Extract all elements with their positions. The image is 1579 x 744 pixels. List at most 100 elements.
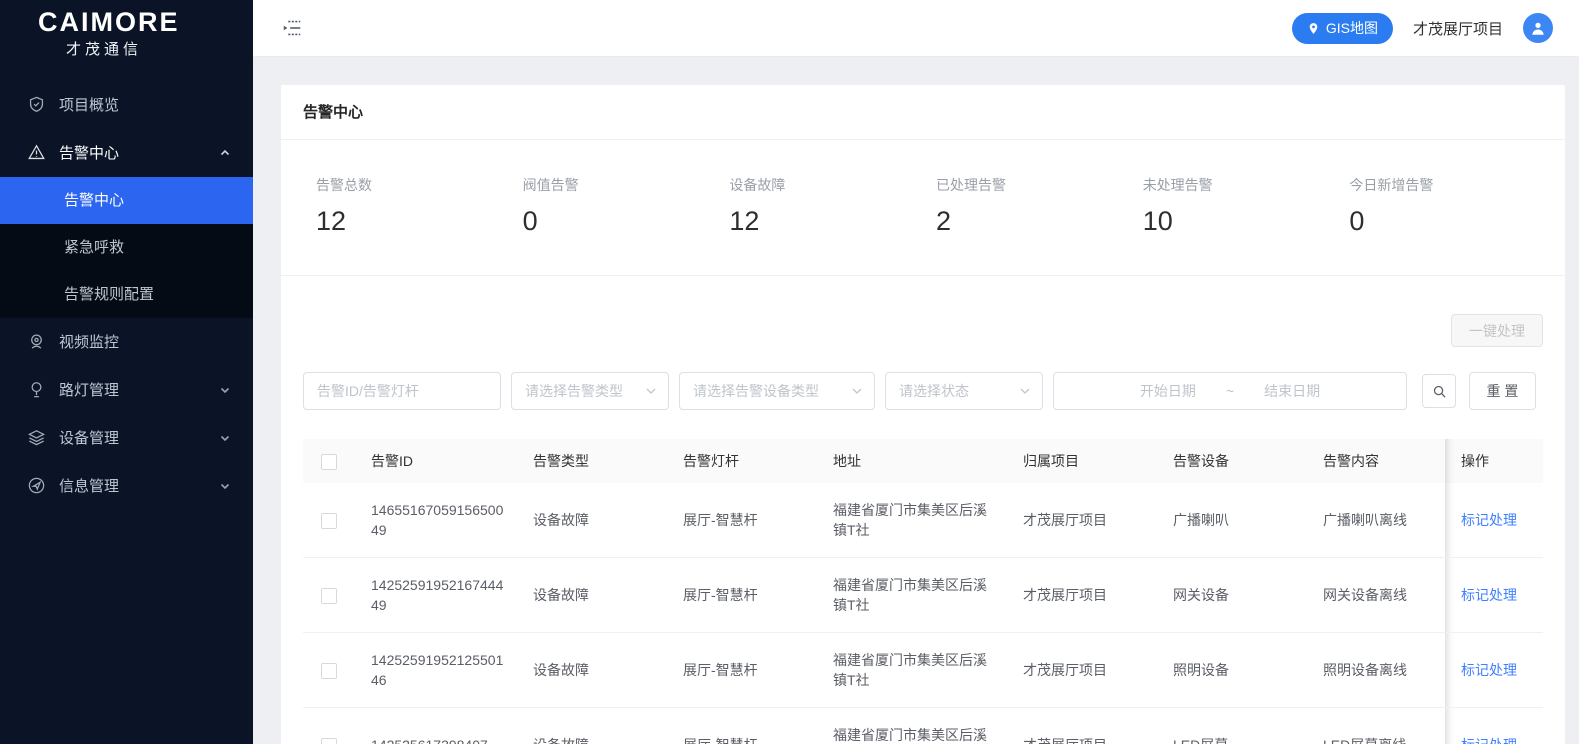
page-title: 告警中心 [281, 85, 1565, 140]
sidebar-item-info[interactable]: 信息管理 [0, 462, 253, 510]
mark-handled-link[interactable]: 标记处理 [1461, 737, 1517, 744]
cell-project: 才茂展厅项目 [1007, 632, 1157, 708]
stat-value: 12 [729, 206, 760, 236]
chevron-down-icon [219, 432, 231, 444]
start-date-placeholder: 开始日期 [1139, 383, 1196, 399]
sidebar-subitem-sos[interactable]: 紧急呼救 [0, 224, 253, 271]
column-header-alarm-pole: 告警灯杆 [667, 439, 817, 483]
filter-bar: 请选择告警类型 请选择告警设备类型 请选择状态 [281, 347, 1565, 410]
alarm-type-select[interactable]: 请选择告警类型 [511, 372, 669, 410]
row-checkbox[interactable] [321, 663, 337, 680]
sidebar-subitem-alarm-rules[interactable]: 告警规则配置 [0, 271, 253, 318]
alarm-device-type-select[interactable]: 请选择告警设备类型 [679, 372, 875, 410]
date-range-picker[interactable]: 开始日期 ~ 结束日期 [1053, 372, 1407, 410]
cell-address: 福建省厦门市集美区后溪镇T社 [817, 707, 1007, 744]
sidebar-alarm-submenu: 告警中心 紧急呼救 告警规则配置 [0, 176, 253, 318]
stat-unhandled-alarms: 未处理告警 10 [1130, 175, 1337, 237]
stat-label: 未处理告警 [1142, 177, 1213, 193]
sidebar-item-street-light[interactable]: 路灯管理 [0, 366, 253, 414]
topbar-right: GIS地图 才茂展厅项目 [1291, 12, 1553, 44]
chevron-up-icon [219, 147, 231, 159]
cell-project: 才茂展厅项目 [1007, 483, 1157, 558]
table-header-row: 告警ID 告警类型 告警灯杆 地址 归属项目 告警设备 告警内容 操作 [303, 439, 1543, 483]
alarm-table: 告警ID 告警类型 告警灯杆 地址 归属项目 告警设备 告警内容 操作 1465… [303, 439, 1543, 744]
cell-project: 才茂展厅项目 [1007, 707, 1157, 744]
cell-alarm-type: 设备故障 [517, 557, 667, 633]
select-placeholder: 请选择状态 [899, 383, 969, 399]
sidebar-menu: 项目概览 告警中心 告警中心 紧急呼救 告警规则配置 视频监控 路灯管理 设备管… [0, 81, 253, 510]
user-avatar[interactable] [1523, 13, 1553, 43]
person-icon [1529, 19, 1547, 37]
column-header-project: 归属项目 [1007, 439, 1157, 483]
row-checkbox[interactable] [321, 513, 337, 530]
column-header-device: 告警设备 [1157, 439, 1307, 483]
cell-device: 网关设备 [1157, 557, 1307, 633]
location-pin-icon [1307, 22, 1320, 35]
alarm-status-select[interactable]: 请选择状态 [885, 372, 1043, 410]
column-header-alarm-id: 告警ID [355, 439, 517, 483]
batch-handle-button[interactable]: 一键处理 [1451, 314, 1543, 347]
cell-address: 福建省厦门市集美区后溪镇T社 [817, 557, 1007, 633]
page-content: 告警中心 告警总数 12 阀值告警 0 设备故障 12 已处理告警 2 未处理告… [253, 57, 1579, 744]
stat-label: 今日新增告警 [1349, 177, 1434, 193]
cell-alarm-pole: 展厅-智慧杆 [667, 483, 817, 558]
sidebar-subitem-label: 紧急呼救 [64, 238, 125, 256]
table-row: 1465516705915650049 设备故障 展厅-智慧杆 福建省厦门市集美… [303, 483, 1543, 558]
sidebar-item-overview[interactable]: 项目概览 [0, 81, 253, 129]
chevron-down-icon [645, 385, 657, 397]
stat-value: 12 [316, 206, 347, 236]
cell-alarm-type: 设备故障 [517, 707, 667, 744]
layers-icon [27, 428, 46, 447]
alarm-center-card: 告警中心 告警总数 12 阀值告警 0 设备故障 12 已处理告警 2 未处理告… [281, 85, 1565, 744]
mark-handled-link[interactable]: 标记处理 [1461, 512, 1517, 528]
stat-handled-alarms: 已处理告警 2 [923, 175, 1130, 237]
sidebar-subitem-alarm-center[interactable]: 告警中心 [0, 176, 253, 224]
alarm-search-input[interactable] [303, 372, 501, 410]
cell-alarm-pole: 展厅-智慧杆 [667, 632, 817, 708]
mark-handled-link[interactable]: 标记处理 [1461, 587, 1517, 603]
current-project-name: 才茂展厅项目 [1412, 20, 1503, 38]
sidebar-item-alarm-group[interactable]: 告警中心 [0, 129, 253, 177]
column-header-content: 告警内容 [1307, 439, 1445, 483]
select-placeholder: 请选择告警设备类型 [693, 383, 819, 399]
cell-device: 照明设备 [1157, 632, 1307, 708]
sidebar-collapse-icon[interactable] [281, 17, 303, 39]
cell-device: 广播喇叭 [1157, 483, 1307, 558]
brand-logo-text: CAIMORE [38, 7, 180, 37]
cell-content: 网关设备离线 [1307, 557, 1445, 633]
table-row: 142525617398407 设备故障 展厅-智慧杆 福建省厦门市集美区后溪镇… [303, 707, 1543, 744]
chevron-down-icon [851, 385, 863, 397]
stat-label: 阀值告警 [522, 177, 579, 193]
cell-content: 照明设备离线 [1307, 632, 1445, 708]
row-checkbox[interactable] [321, 588, 337, 605]
sidebar-subitem-label: 告警中心 [64, 191, 125, 209]
sidebar-subitem-label: 告警规则配置 [64, 285, 155, 303]
send-circle-icon [27, 476, 46, 495]
stat-label: 设备故障 [729, 177, 786, 193]
stat-value: 2 [936, 206, 952, 236]
stat-label: 已处理告警 [936, 177, 1007, 193]
cell-device: LED屏幕 [1157, 707, 1307, 744]
warning-triangle-icon [27, 143, 46, 162]
cell-alarm-pole: 展厅-智慧杆 [667, 557, 817, 633]
table-row: 1425259195212550146 设备故障 展厅-智慧杆 福建省厦门市集美… [303, 632, 1543, 708]
search-button[interactable] [1422, 374, 1456, 408]
webcam-icon [27, 332, 46, 351]
cell-alarm-id: 142525617398407 [355, 707, 517, 744]
chevron-down-icon [1019, 385, 1031, 397]
row-checkbox[interactable] [321, 738, 337, 744]
brand-subtitle: 才茂通信 [66, 40, 143, 58]
brand-logo: CAIMORE 才茂通信 [0, 0, 253, 69]
cell-alarm-type: 设备故障 [517, 632, 667, 708]
sidebar-item-device[interactable]: 设备管理 [0, 414, 253, 462]
stat-new-today: 今日新增告警 0 [1336, 175, 1543, 237]
mark-handled-link[interactable]: 标记处理 [1461, 662, 1517, 678]
reset-button[interactable]: 重 置 [1469, 372, 1536, 410]
cell-address: 福建省厦门市集美区后溪镇T社 [817, 632, 1007, 708]
cell-content: 广播喇叭离线 [1307, 483, 1445, 558]
select-all-checkbox[interactable] [321, 453, 337, 470]
gis-map-button[interactable]: GIS地图 [1291, 12, 1393, 44]
sidebar-item-video[interactable]: 视频监控 [0, 318, 253, 366]
sidebar-item-label: 告警中心 [59, 145, 120, 163]
gis-map-button-label: GIS地图 [1325, 20, 1378, 36]
